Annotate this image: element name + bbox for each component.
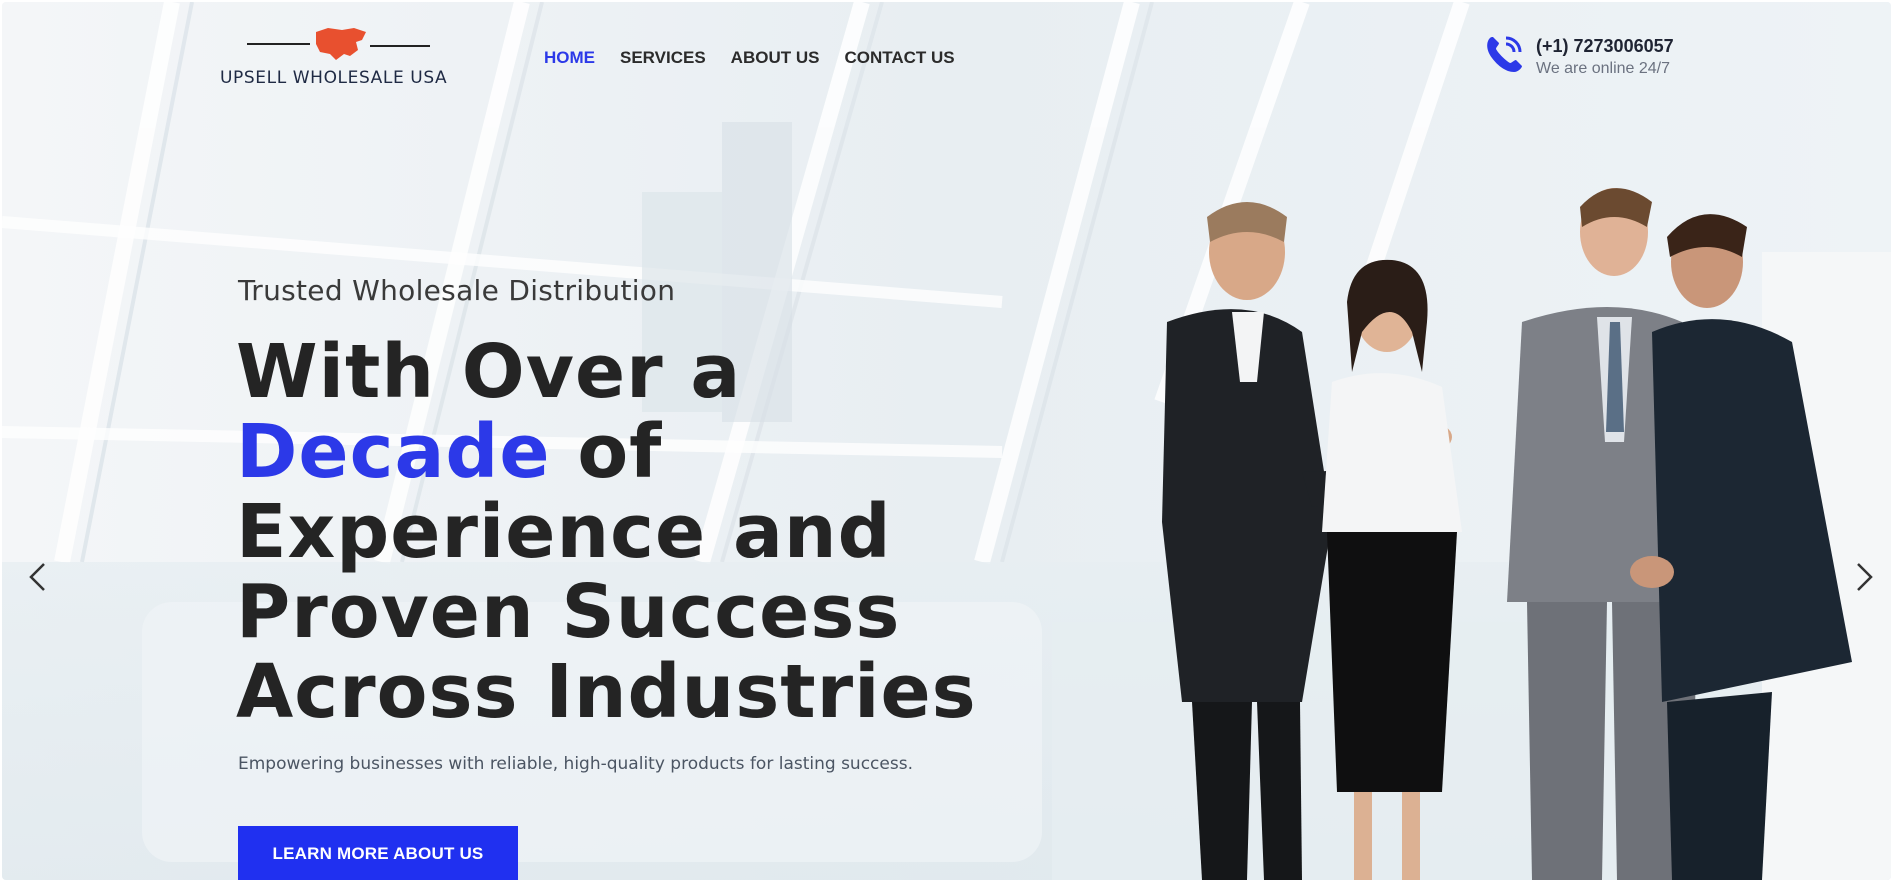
chevron-right-icon bbox=[1857, 563, 1873, 591]
brand-logo[interactable]: UPSELL WHOLESALE USA bbox=[220, 24, 472, 94]
online-status: We are online 24/7 bbox=[1536, 60, 1671, 77]
headline-accent: Decade bbox=[236, 409, 551, 495]
header-contact: (+1) 7273006057 We are online 24/7 bbox=[1484, 32, 1714, 84]
phone-icon bbox=[1487, 36, 1522, 72]
slider-next-button[interactable] bbox=[1852, 560, 1876, 594]
nav-item-about-us[interactable]: ABOUT US bbox=[731, 48, 820, 68]
nav-item-services[interactable]: SERVICES bbox=[620, 48, 706, 68]
hero-subtitle: Empowering businesses with reliable, hig… bbox=[238, 754, 913, 774]
hero-section: UPSELL WHOLESALE USA HOME SERVICES ABOUT… bbox=[2, 2, 1891, 880]
headline-line-5: Across Industries bbox=[236, 649, 977, 735]
chevron-left-icon bbox=[29, 563, 45, 591]
main-nav: HOME SERVICES ABOUT US CONTACT US bbox=[544, 48, 980, 68]
headline-line-2-rest: of bbox=[550, 409, 663, 495]
headline-line-1: With Over a bbox=[236, 329, 742, 415]
slider-prev-button[interactable] bbox=[26, 560, 50, 594]
hero-eyebrow: Trusted Wholesale Distribution bbox=[238, 274, 676, 307]
brand-name: UPSELL WHOLESALE USA bbox=[220, 68, 448, 88]
headline-line-3: Experience and bbox=[236, 489, 892, 575]
hero-headline: With Over a Decade of Experience and Pro… bbox=[236, 332, 1056, 732]
usa-map-icon bbox=[247, 28, 430, 60]
nav-item-contact-us[interactable]: CONTACT US bbox=[844, 48, 954, 68]
phone-number[interactable]: (+1) 7273006057 bbox=[1536, 36, 1674, 57]
headline-line-4: Proven Success bbox=[236, 569, 901, 655]
nav-item-home[interactable]: HOME bbox=[544, 48, 595, 68]
learn-more-button[interactable]: LEARN MORE ABOUT US bbox=[238, 826, 518, 880]
